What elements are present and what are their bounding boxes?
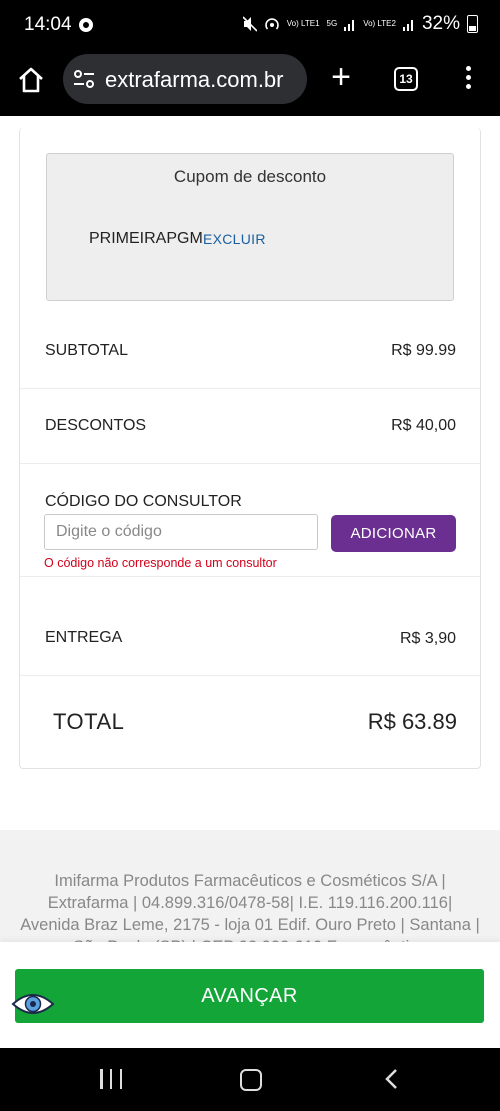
- more-menu-icon[interactable]: [460, 66, 476, 92]
- back-icon[interactable]: [383, 1068, 403, 1090]
- battery-icon: [467, 15, 478, 33]
- url-text: extrafarma.com.br: [105, 67, 284, 92]
- order-summary-card: Cupom de desconto PRIMEIRAPGM EXCLUIR SU…: [19, 128, 481, 769]
- subtotal-row: SUBTOTAL R$ 99.99: [20, 314, 480, 389]
- discount-row: DESCONTOS R$ 40,00: [20, 389, 480, 464]
- signal-icon: [344, 20, 355, 31]
- total-value: R$ 63.89: [367, 709, 457, 734]
- hotspot-icon: [264, 18, 279, 30]
- subtotal-label: SUBTOTAL: [45, 342, 128, 359]
- status-time: 14:04: [24, 14, 72, 35]
- new-tab-icon[interactable]: +: [326, 60, 356, 94]
- discount-value: R$ 40,00: [391, 417, 456, 434]
- site-settings-icon[interactable]: [73, 69, 95, 89]
- home-nav-icon[interactable]: [240, 1069, 262, 1091]
- total-label: TOTAL: [53, 709, 125, 734]
- home-icon[interactable]: [16, 65, 46, 95]
- volte-lte1-label: Vo) LTE1: [286, 19, 320, 28]
- chrome-notification-icon: [79, 18, 93, 32]
- address-bar[interactable]: extrafarma.com.br: [63, 54, 307, 104]
- page-footer: Imifarma Produtos Farmacêuticos e Cosmét…: [0, 830, 500, 942]
- coupon-code: PRIMEIRAPGM: [89, 230, 203, 247]
- battery-percentage: 32%: [421, 13, 460, 34]
- eye-icon[interactable]: [11, 990, 55, 1018]
- subtotal-value: R$ 99.99: [391, 342, 456, 359]
- add-consultant-button[interactable]: ADICIONAR: [331, 515, 456, 552]
- checkout-action-bar: AVANÇAR: [0, 942, 500, 1048]
- consultant-code-label: CÓDIGO DO CONSULTOR: [45, 493, 242, 510]
- system-navigation-bar: [0, 1048, 500, 1111]
- shipping-label: ENTREGA: [45, 629, 123, 646]
- tab-switcher-button[interactable]: 13: [394, 67, 418, 91]
- recent-apps-icon[interactable]: [100, 1069, 122, 1089]
- shipping-value: R$ 3,90: [399, 630, 456, 647]
- coupon-title: Cupom de desconto: [173, 167, 327, 186]
- mute-icon: [242, 16, 257, 32]
- 5g-label: 5G: [326, 19, 338, 28]
- signal-icon: [402, 20, 413, 31]
- consultant-error-message: O código não corresponde a um consultor: [44, 556, 277, 570]
- discount-label: DESCONTOS: [45, 417, 147, 434]
- coupon-box: Cupom de desconto PRIMEIRAPGM EXCLUIR: [46, 153, 454, 301]
- remove-coupon-link[interactable]: EXCLUIR: [203, 231, 266, 247]
- browser-toolbar: extrafarma.com.br + 13: [0, 52, 500, 116]
- advance-button[interactable]: AVANÇAR: [15, 969, 484, 1023]
- status-indicators: Vo) LTE1 5G Vo) LTE2 32%: [242, 13, 478, 35]
- status-bar: 14:04 Vo) LTE1 5G Vo) LTE2 32%: [0, 0, 500, 52]
- consultant-code-input[interactable]: [44, 514, 318, 550]
- company-info-text: Imifarma Produtos Farmacêuticos e Cosmét…: [20, 872, 480, 942]
- shipping-row: ENTREGA R$ 3,90: [20, 577, 480, 676]
- volte-lte2-label: Vo) LTE2: [363, 19, 396, 28]
